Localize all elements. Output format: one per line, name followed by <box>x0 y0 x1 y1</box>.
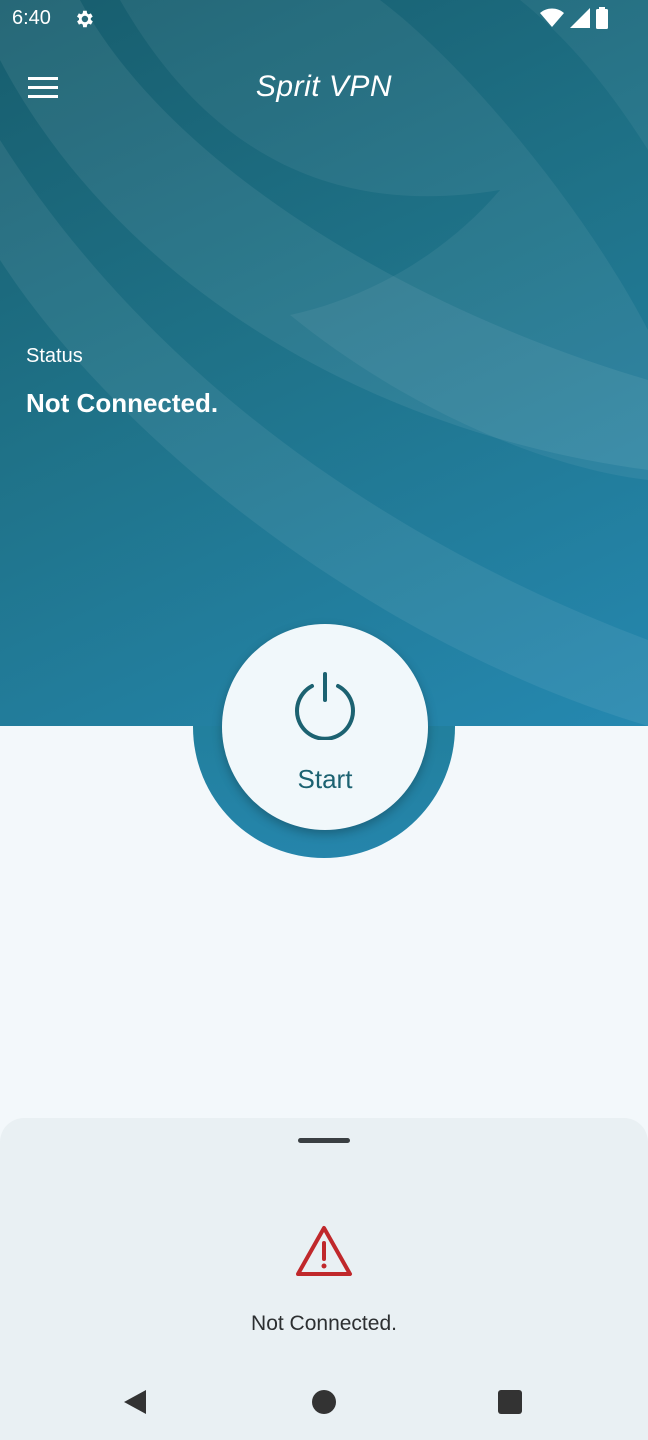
system-nav-bar <box>0 1362 648 1440</box>
gear-icon <box>73 8 95 35</box>
back-icon[interactable] <box>122 1388 148 1421</box>
signal-icon <box>570 8 590 33</box>
status-bar: 6:40 <box>0 0 648 40</box>
connection-message: Not Connected. <box>251 1312 397 1335</box>
battery-icon <box>596 7 608 34</box>
start-label: Start <box>297 764 353 794</box>
status-label: Status <box>26 345 83 367</box>
wifi-icon <box>540 8 564 33</box>
warning-icon <box>295 1224 353 1283</box>
power-icon <box>290 670 360 745</box>
decorative-swirl <box>0 0 648 726</box>
app-title: Sprit VPN <box>255 70 393 103</box>
home-icon[interactable] <box>312 1390 336 1414</box>
system-icons <box>540 7 608 34</box>
clock: 6:40 <box>12 7 51 29</box>
recents-icon[interactable] <box>498 1390 522 1414</box>
status-value: Not Connected. <box>26 388 219 418</box>
drag-handle[interactable] <box>298 1138 350 1143</box>
hero-header: 6:40 Sprit VPN Status Not Connected. <box>0 0 648 726</box>
start-button[interactable]: Start <box>222 624 428 830</box>
